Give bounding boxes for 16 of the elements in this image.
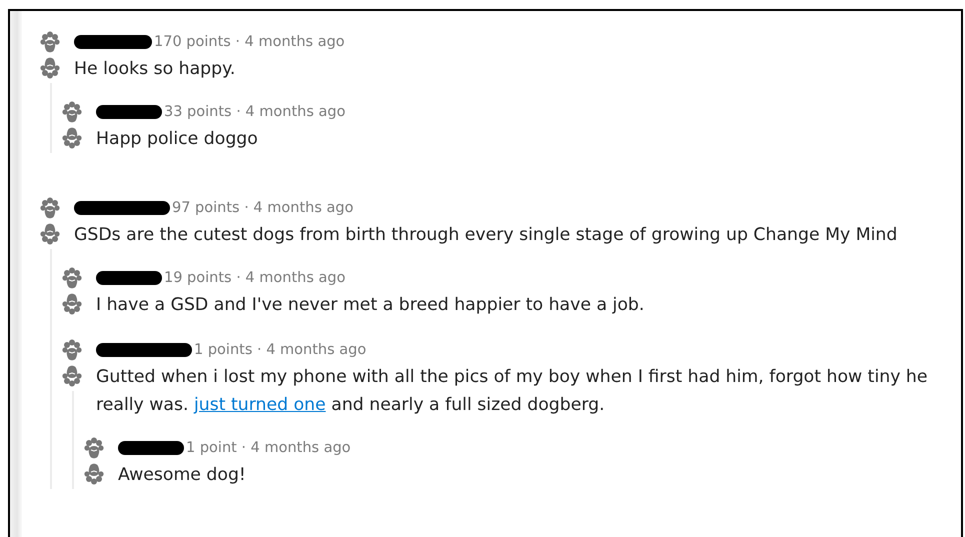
comment-text: Happ police doggo bbox=[96, 128, 259, 151]
redaction-bar bbox=[96, 105, 162, 119]
comment-meta: 97 points · 4 months ago bbox=[172, 200, 354, 216]
redaction-bar bbox=[118, 441, 184, 455]
comment-meta: 33 points · 4 months ago bbox=[164, 104, 346, 120]
comment-link[interactable]: just turned one bbox=[194, 395, 326, 415]
comment-text: He looks so happy. bbox=[74, 58, 236, 81]
redaction-bar bbox=[96, 271, 162, 285]
comment-text: Gutted when i lost my phone with all the pics of my boy when I first had him, forgot how tiny he really was. just turned one and nearly a full sized dogberg. bbox=[96, 366, 929, 417]
comment-text: GSDs are the cutest dogs from birth through every single stage of growing up Change My Mind bbox=[74, 224, 898, 247]
comment-meta: 1 points · 4 months ago bbox=[194, 342, 366, 358]
comment-text: Awesome dog! bbox=[118, 464, 247, 487]
comment-text: I have a GSD and I've never met a breed happier to have a job. bbox=[96, 294, 644, 317]
comment-meta: 19 points · 4 months ago bbox=[164, 270, 346, 286]
comment-meta: 170 points · 4 months ago bbox=[154, 34, 345, 50]
comment-meta: 1 point · 4 months ago bbox=[186, 440, 351, 456]
